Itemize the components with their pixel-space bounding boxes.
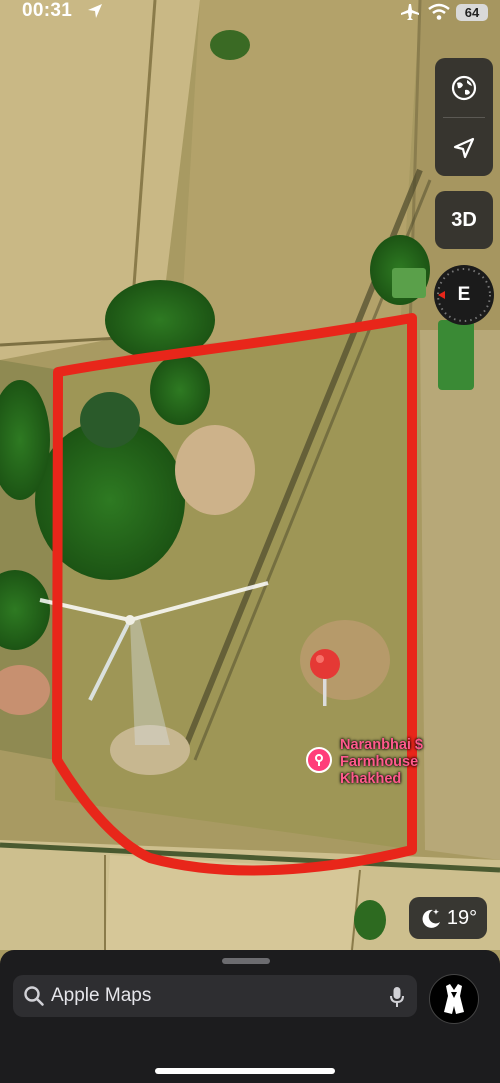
home-indicator[interactable]	[155, 1068, 335, 1074]
compass-button[interactable]: E	[434, 265, 494, 325]
dropped-pin[interactable]	[308, 648, 342, 713]
current-location-button[interactable]	[435, 118, 493, 176]
3d-view-button[interactable]: 3D	[435, 191, 493, 249]
search-placeholder: Apple Maps	[51, 985, 152, 1006]
location-arrow-icon	[453, 137, 475, 158]
airplane-icon	[400, 3, 420, 26]
microphone-icon[interactable]	[389, 986, 405, 1008]
weather-temperature: 19°	[446, 906, 478, 929]
battery-icon: 64	[456, 4, 488, 21]
map-controls-group	[435, 58, 493, 176]
poi-name-line: Khakhed	[340, 771, 402, 787]
sheet-grabber[interactable]	[222, 958, 270, 964]
compass-heading: E	[457, 284, 471, 305]
poi-label[interactable]: Naranbhai $ Farmhouse Khakhed	[340, 737, 423, 788]
globe-icon	[451, 75, 477, 100]
wifi-icon	[428, 3, 450, 26]
moon-stars-icon	[422, 909, 440, 928]
poi-name-line: Farmhouse	[340, 754, 419, 770]
search-bar[interactable]: Apple Maps	[13, 975, 417, 1017]
status-time: 00:31	[22, 0, 73, 21]
profile-avatar-button[interactable]	[429, 974, 479, 1024]
avatar-icon	[444, 984, 464, 1014]
poi-marker[interactable]	[306, 747, 332, 773]
bottom-sheet[interactable]: Apple Maps	[0, 950, 500, 1083]
poi-name-line: Naranbhai $	[340, 737, 423, 753]
status-bar: 00:31 64	[0, 0, 500, 26]
location-arrow-icon	[86, 2, 104, 25]
map-mode-button[interactable]	[435, 58, 493, 117]
weather-badge[interactable]: 19°	[409, 897, 487, 939]
key-pin-icon	[315, 754, 323, 766]
search-icon	[24, 986, 44, 1006]
